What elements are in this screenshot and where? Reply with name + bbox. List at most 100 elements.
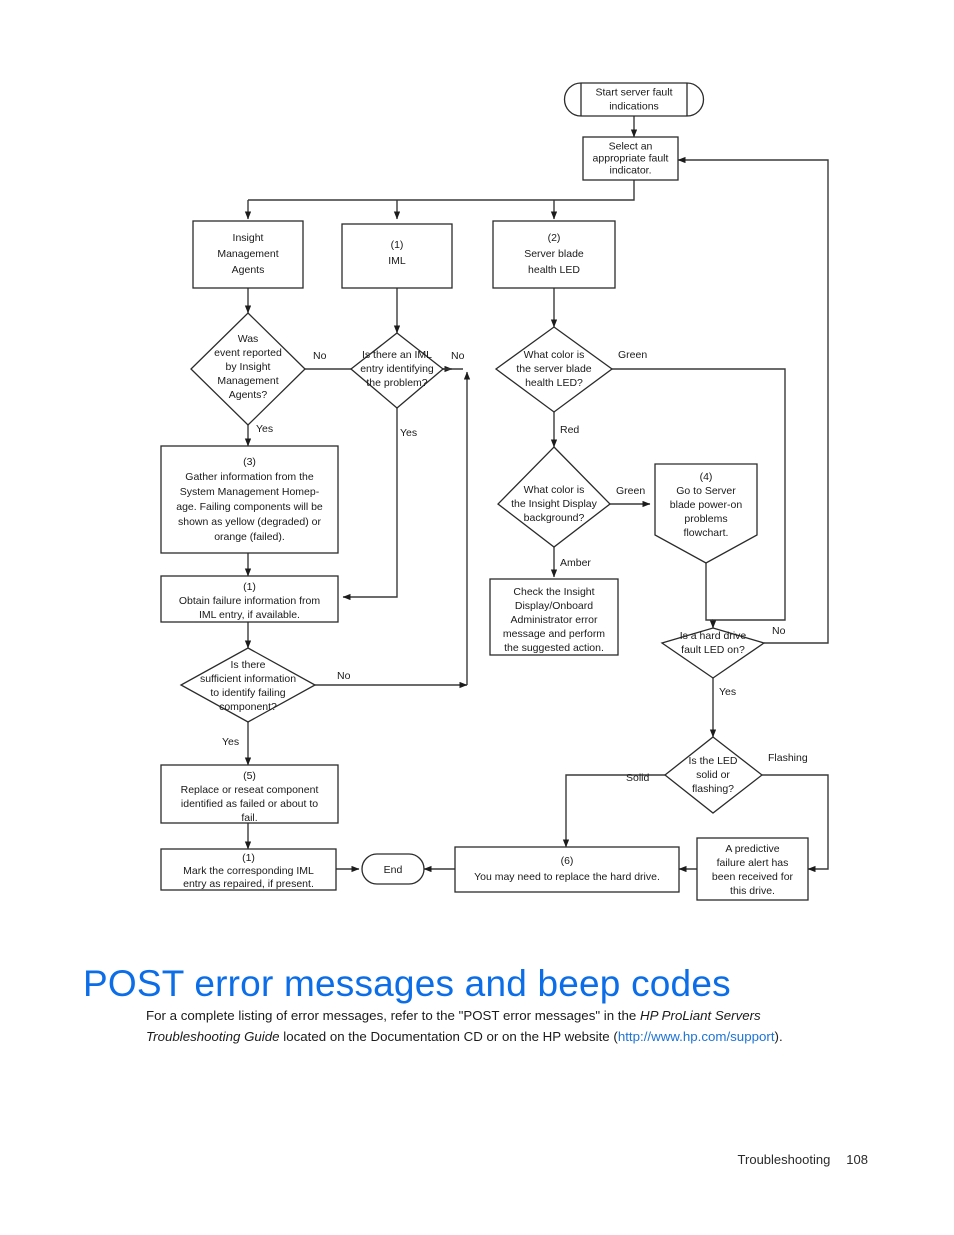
node-goto-line-2: Go to Server <box>676 485 736 497</box>
server-fault-indications-flowchart: Start server fault indications Select an… <box>160 82 829 901</box>
node-agents-line-1: Insight <box>233 232 264 244</box>
node-q1-line-1: Was <box>238 333 259 345</box>
node-predictive-line-1: A predictive <box>725 843 779 855</box>
edge-label-q6-yes: Yes <box>719 686 736 698</box>
node-q5-line-1: What color is <box>524 484 585 496</box>
node-goto-line-3: blade power-on <box>670 499 743 511</box>
node-select-indicator-line-2: appropriate fault <box>593 152 669 164</box>
node-q1-line-5: Agents? <box>229 389 268 401</box>
node-q7-line-1: Is the LED <box>688 755 737 767</box>
node-check-insight-display: Check the Insight Display/Onboard Admini… <box>489 578 619 656</box>
node-start: Start server fault indications <box>563 82 705 117</box>
node-select-indicator: Select an appropriate fault indicator. <box>582 136 679 181</box>
node-iml: (1) IML <box>341 223 453 289</box>
paragraph-part-2: located on the Documentation CD or on th… <box>279 1029 618 1045</box>
node-obtain-line-2: Obtain failure information from <box>179 595 320 607</box>
node-predictive-failure-alert: A predictive failure alert has been rece… <box>696 837 809 901</box>
node-goto-line-4: problems <box>684 513 727 525</box>
document-page: Start server fault indications Select an… <box>0 0 954 1235</box>
node-q3-line-2: the server blade <box>516 363 591 375</box>
node-blade-led-line-2: Server blade <box>524 248 584 260</box>
node-check-line-1: Check the Insight <box>513 586 594 598</box>
edge-label-q2-yes: Yes <box>400 427 417 439</box>
node-gather-ref: (3) <box>243 456 256 468</box>
node-check-line-2: Display/Onboard <box>515 600 593 612</box>
node-agents-line-2: Management <box>217 248 278 260</box>
edge-label-q7-flashing: Flashing <box>768 752 808 764</box>
node-server-blade-health-led: (2) Server blade health LED <box>492 220 616 289</box>
edge-label-q2-no: No <box>451 350 465 362</box>
node-predictive-line-2: failure alert has <box>717 857 789 869</box>
node-q5-line-3: background? <box>524 512 585 524</box>
node-q6-line-1: Is a hard drive <box>680 630 747 642</box>
edge-hdd-no-to-select <box>677 156 829 644</box>
node-question-event-reported: Was event reported by Insight Management… <box>190 312 306 426</box>
node-blade-led-ref: (2) <box>548 232 561 244</box>
node-replace-reseat-component: (5) Replace or reseat component identifi… <box>160 764 339 824</box>
node-question-insight-display-background: What color is the Insight Display backgr… <box>497 446 611 548</box>
edge-label-q1-no: No <box>313 350 327 362</box>
node-q5-line-2: the Insight Display <box>511 498 598 510</box>
edge-label-q5-green: Green <box>616 485 645 497</box>
node-obtain-ref: (1) <box>243 581 256 593</box>
node-question-iml-entry: Is there an IML entry identifying the pr… <box>349 332 445 409</box>
node-question-hard-drive-fault-led: Is a hard drive fault LED on? <box>660 627 766 679</box>
node-agents-line-3: Agents <box>232 264 265 276</box>
node-select-indicator-line-3: indicator. <box>609 164 651 176</box>
node-q2-line-3: the problem? <box>366 377 427 389</box>
node-question-led-solid-or-flashing: Is the LED solid or flashing? <box>663 736 764 814</box>
node-replace-line-3: identified as failed or about to <box>181 798 318 810</box>
edge-label-q3-green: Green <box>618 349 647 361</box>
page-footer: Troubleshooting 108 <box>0 1152 954 1167</box>
hp-support-link[interactable]: http://www.hp.com/support <box>618 1029 775 1044</box>
node-q7-line-2: solid or <box>696 769 730 781</box>
node-replace-line-2: Replace or reseat component <box>181 784 319 796</box>
node-insight-management-agents: Insight Management Agents <box>192 220 304 289</box>
node-q6-line-2: fault LED on? <box>681 644 745 656</box>
footer-section-name: Troubleshooting <box>737 1152 831 1167</box>
node-question-sufficient-information: Is there sufficient information to ident… <box>179 647 317 723</box>
node-q3-line-1: What color is <box>524 349 585 361</box>
node-q4-line-3: to identify failing <box>210 687 285 699</box>
node-check-line-4: message and perform <box>503 628 605 640</box>
node-q1-line-2: event reported <box>214 347 282 359</box>
section-paragraph: For a complete listing of error messages… <box>146 1005 852 1047</box>
node-check-line-5: the suggested action. <box>504 642 604 654</box>
node-gather-line-3: System Management Homep- <box>180 486 320 498</box>
edge-label-q3-red: Red <box>560 424 579 436</box>
node-q7-line-3: flashing? <box>692 783 734 795</box>
node-q2-line-1: Is there an IML <box>362 349 432 361</box>
footer-page-number: 108 <box>846 1152 868 1167</box>
edge-goto-to-hdd <box>705 563 713 621</box>
node-q1-line-4: Management <box>217 375 278 387</box>
node-start-line-1: Start server fault <box>595 86 672 98</box>
edge-label-q6-no: No <box>772 625 786 637</box>
node-gather-information: (3) Gather information from the System M… <box>160 445 339 554</box>
edge-q7-solid-to-replacehdd <box>562 774 665 848</box>
node-q1-line-3: by Insight <box>226 361 271 373</box>
node-q4-line-4: component? <box>219 701 277 713</box>
edge-q2-yes-to-obtain <box>342 408 398 601</box>
node-gather-line-4: age. Failing components will be <box>176 501 323 513</box>
node-replace-line-4: fail. <box>241 812 257 824</box>
node-end-label: End <box>384 864 403 876</box>
paragraph-part-1: For a complete listing of error messages… <box>146 1008 640 1024</box>
node-replace-ref: (5) <box>243 770 256 782</box>
node-gather-line-5: shown as yellow (degraded) or <box>178 516 321 528</box>
node-gather-line-6: orange (failed). <box>214 531 285 543</box>
node-goto-line-5: flowchart. <box>684 527 729 539</box>
edge-label-q7-solid: Solid <box>626 772 650 784</box>
node-mark-line-3: entry as repaired, if present. <box>183 878 314 890</box>
node-q2-line-2: entry identifying <box>360 363 434 375</box>
page-title: POST error messages and beep codes <box>83 962 731 1004</box>
node-iml-label: IML <box>388 255 406 267</box>
node-question-blade-led-color: What color is the server blade health LE… <box>494 326 614 413</box>
node-mark-ref: (1) <box>242 852 255 864</box>
edge-label-q1-yes: Yes <box>256 423 273 435</box>
edge-label-q4-yes: Yes <box>222 736 239 748</box>
node-predictive-line-4: this drive. <box>730 885 775 897</box>
node-q4-line-1: Is there <box>230 659 265 671</box>
node-predictive-line-3: been received for <box>712 871 794 883</box>
node-obtain-line-3: IML entry, if available. <box>199 609 300 621</box>
node-blade-led-line-3: health LED <box>528 264 580 276</box>
